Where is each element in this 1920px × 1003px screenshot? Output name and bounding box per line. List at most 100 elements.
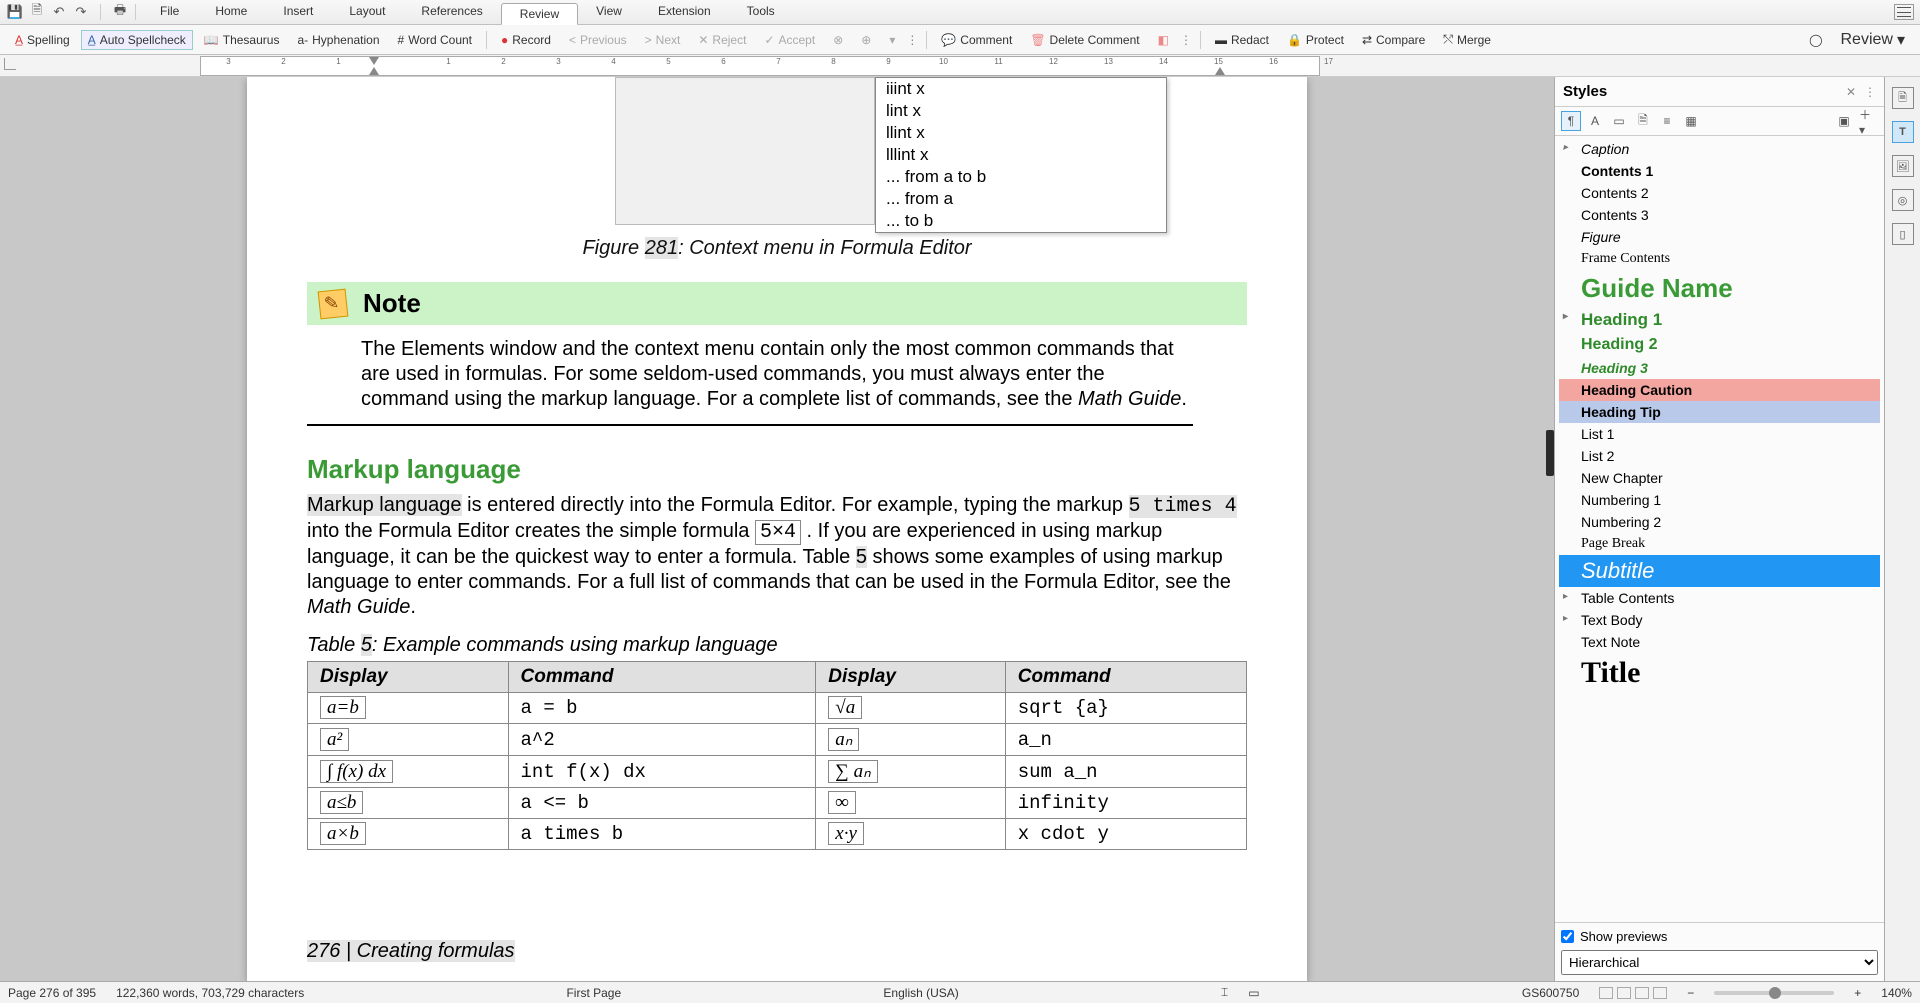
style-item[interactable]: Heading 2 bbox=[1559, 333, 1880, 357]
horizontal-ruler[interactable]: 3211234567891011121314151617 bbox=[200, 56, 1320, 76]
styles-panel-icon[interactable]: T bbox=[1892, 121, 1914, 143]
style-item[interactable]: New Chapter bbox=[1559, 467, 1880, 489]
menu-references[interactable]: References bbox=[403, 1, 500, 23]
panel-resize-handle[interactable] bbox=[1546, 430, 1554, 476]
menu-home[interactable]: Home bbox=[197, 1, 265, 23]
status-insert-mode[interactable]: ⌶ bbox=[1221, 985, 1228, 1000]
zoom-slider[interactable] bbox=[1714, 991, 1834, 995]
show-previews-checkbox[interactable]: Show previews bbox=[1561, 929, 1878, 944]
undo-icon[interactable]: ↶ bbox=[50, 3, 68, 21]
overflow-icon[interactable]: ⋮ bbox=[1180, 33, 1193, 47]
style-item[interactable]: Numbering 2 bbox=[1559, 511, 1880, 533]
print-icon[interactable]: 🖶 bbox=[111, 3, 129, 21]
page-styles-tab[interactable]: 🗎 bbox=[1633, 111, 1653, 131]
context-menu-item[interactable]: ... from a to b bbox=[876, 166, 1166, 188]
redo-icon[interactable]: ↷ bbox=[72, 3, 90, 21]
style-item[interactable]: Frame Contents bbox=[1559, 248, 1880, 270]
context-menu-item[interactable]: llint x bbox=[876, 122, 1166, 144]
fill-format-icon[interactable]: ▣ bbox=[1834, 111, 1854, 131]
style-item[interactable]: Contents 2 bbox=[1559, 182, 1880, 204]
style-item[interactable]: ▸Text Body bbox=[1559, 609, 1880, 631]
next-button[interactable]: > Next bbox=[638, 30, 688, 50]
menu-layout[interactable]: Layout bbox=[331, 1, 403, 23]
style-item[interactable]: Figure bbox=[1559, 226, 1880, 248]
view-mode-icons[interactable] bbox=[1599, 987, 1667, 999]
status-selection-mode[interactable]: ▭ bbox=[1248, 986, 1259, 1000]
style-item[interactable]: ▸Caption bbox=[1559, 138, 1880, 160]
filter-icon[interactable]: ▾ bbox=[882, 30, 902, 50]
style-item[interactable]: Page Break bbox=[1559, 533, 1880, 555]
status-language[interactable]: English (USA) bbox=[883, 986, 958, 1000]
style-item[interactable]: Heading Tip bbox=[1559, 401, 1880, 423]
style-item[interactable]: Heading 3 bbox=[1559, 357, 1880, 379]
style-item[interactable]: Numbering 1 bbox=[1559, 489, 1880, 511]
style-item[interactable]: Text Note bbox=[1559, 631, 1880, 653]
menu-tools[interactable]: Tools bbox=[729, 1, 793, 23]
delete-comment-button[interactable]: 🗑Delete Comment bbox=[1023, 30, 1146, 50]
frame-styles-tab[interactable]: ▭ bbox=[1609, 111, 1629, 131]
spelling-button[interactable]: A̲Spelling bbox=[8, 30, 77, 50]
new-style-icon[interactable]: ＋▾ bbox=[1858, 111, 1878, 131]
review-circle-icon[interactable]: ◯ bbox=[1802, 30, 1829, 50]
menu-review[interactable]: Review bbox=[501, 3, 578, 25]
gallery-panel-icon[interactable]: 🖼 bbox=[1892, 155, 1914, 177]
word-count-button[interactable]: #Word Count bbox=[391, 30, 480, 50]
redact-button[interactable]: ▬Redact bbox=[1208, 30, 1276, 50]
reject-all-icon[interactable]: ⊗ bbox=[826, 30, 850, 50]
hamburger-menu[interactable] bbox=[1894, 4, 1914, 20]
comment-button[interactable]: 💬Comment bbox=[934, 30, 1019, 50]
context-menu-item[interactable]: lllint x bbox=[876, 144, 1166, 166]
properties-panel-icon[interactable]: 🗎 bbox=[1892, 87, 1914, 109]
context-menu-item[interactable]: ... from a bbox=[876, 188, 1166, 210]
auto-spellcheck-button[interactable]: A̲Auto Spellcheck bbox=[81, 30, 193, 50]
style-item[interactable]: Contents 1 bbox=[1559, 160, 1880, 182]
overflow-icon[interactable]: ⋮ bbox=[906, 33, 919, 47]
merge-button[interactable]: ⤲Merge bbox=[1436, 29, 1498, 50]
style-item[interactable]: ▸Table Contents bbox=[1559, 587, 1880, 609]
style-item[interactable]: Heading Caution bbox=[1559, 379, 1880, 401]
protect-button[interactable]: 🔒Protect bbox=[1280, 30, 1351, 50]
context-menu-item[interactable]: lint x bbox=[876, 100, 1166, 122]
status-words[interactable]: 122,360 words, 703,729 characters bbox=[116, 986, 304, 1000]
menu-insert[interactable]: Insert bbox=[265, 1, 331, 23]
status-page-style[interactable]: First Page bbox=[566, 986, 621, 1000]
previous-button[interactable]: < Previous bbox=[562, 30, 634, 50]
document-area[interactable]: iiint xlint xllint xlllint x... from a t… bbox=[0, 77, 1554, 981]
menu-file[interactable]: File bbox=[142, 1, 197, 23]
style-filter-select[interactable]: Hierarchical bbox=[1561, 950, 1878, 975]
zoom-value[interactable]: 140% bbox=[1881, 986, 1912, 1000]
thesaurus-button[interactable]: 📖Thesaurus bbox=[197, 30, 287, 50]
paragraph-styles-tab[interactable]: ¶ bbox=[1561, 111, 1581, 131]
character-styles-tab[interactable]: A bbox=[1585, 111, 1605, 131]
list-styles-tab[interactable]: ≡ bbox=[1657, 111, 1677, 131]
comment-nav-icon[interactable]: ◧ bbox=[1151, 30, 1176, 50]
review-dropdown[interactable]: Review ▾ bbox=[1834, 27, 1913, 53]
accept-button[interactable]: ✓ Accept bbox=[757, 30, 822, 50]
compare-button[interactable]: ⇄Compare bbox=[1355, 30, 1432, 50]
zoom-in-icon[interactable]: + bbox=[1854, 986, 1861, 1000]
record-button[interactable]: ●Record bbox=[494, 30, 558, 50]
zoom-out-icon[interactable]: − bbox=[1687, 986, 1694, 1000]
status-page[interactable]: Page 276 of 395 bbox=[8, 986, 96, 1000]
style-item[interactable]: Contents 3 bbox=[1559, 204, 1880, 226]
reject-button[interactable]: ✕ Reject bbox=[691, 30, 753, 50]
table-styles-tab[interactable]: ▦ bbox=[1681, 111, 1701, 131]
menu-extension[interactable]: Extension bbox=[640, 1, 729, 23]
save-as-icon[interactable]: 🗎 bbox=[28, 3, 46, 21]
style-item[interactable]: Guide Name bbox=[1559, 270, 1880, 307]
page-panel-icon[interactable]: ▯ bbox=[1892, 223, 1914, 245]
style-item[interactable]: List 2 bbox=[1559, 445, 1880, 467]
hyphenation-button[interactable]: a‑Hyphenation bbox=[290, 30, 386, 50]
styles-list[interactable]: ▸CaptionContents 1Contents 2Contents 3Fi… bbox=[1555, 136, 1884, 922]
style-item[interactable]: ▸Heading 1 bbox=[1559, 307, 1880, 333]
style-item[interactable]: Subtitle bbox=[1559, 555, 1880, 587]
context-menu-item[interactable]: iiint x bbox=[876, 78, 1166, 100]
menu-view[interactable]: View bbox=[578, 1, 640, 23]
close-panel-icon[interactable]: ✕ bbox=[1846, 85, 1856, 99]
navigator-panel-icon[interactable]: ◎ bbox=[1892, 189, 1914, 211]
panel-menu-icon[interactable]: ⋮ bbox=[1864, 85, 1876, 99]
accept-all-icon[interactable]: ⊕ bbox=[854, 30, 878, 50]
style-item[interactable]: Title bbox=[1559, 653, 1880, 693]
save-icon[interactable]: 💾 bbox=[6, 3, 24, 21]
context-menu-item[interactable]: ... to b bbox=[876, 210, 1166, 232]
